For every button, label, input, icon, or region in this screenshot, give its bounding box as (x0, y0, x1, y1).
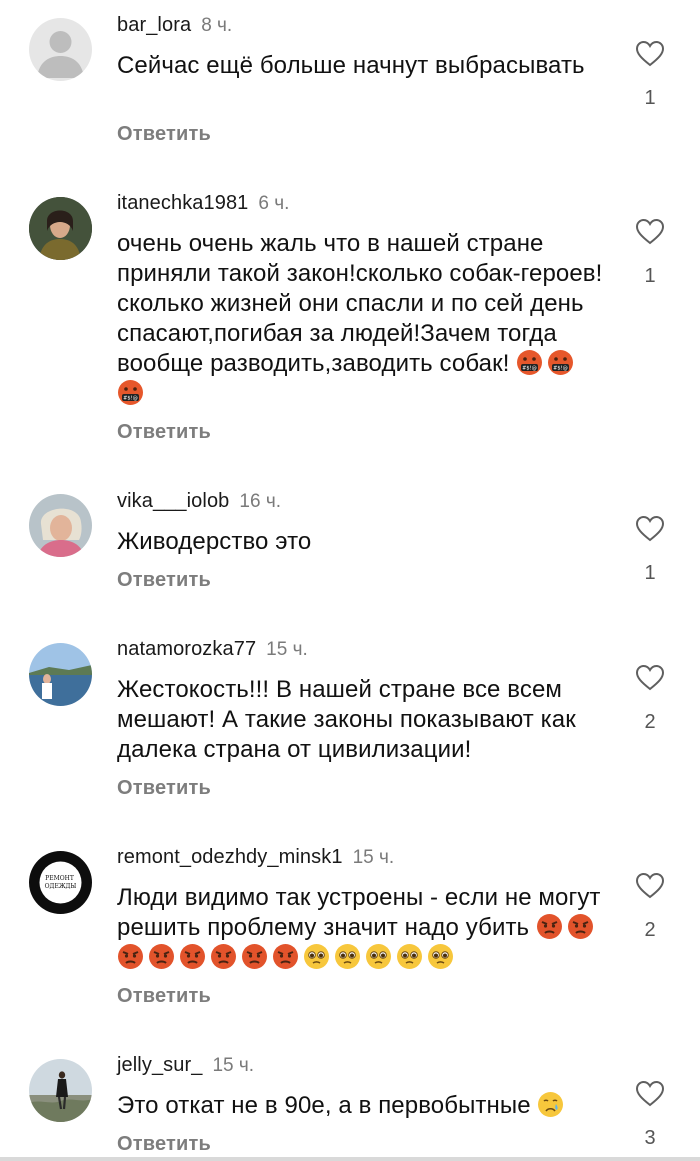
pouting-face-icon (567, 914, 593, 939)
svg-text:#$!@: #$!@ (553, 366, 568, 372)
heart-icon (635, 664, 665, 691)
avatar[interactable] (29, 197, 92, 260)
heart-icon (635, 1080, 665, 1107)
pouting-face-icon (118, 944, 143, 969)
pleading-face-icon (397, 944, 422, 969)
comment-time: 15 ч. (266, 639, 308, 660)
comment-time: 6 ч. (258, 193, 290, 214)
pleading-face-icon (304, 944, 329, 969)
comment-time: 8 ч. (201, 15, 233, 36)
pouting-face-icon (180, 944, 205, 969)
comment-text: очень очень жаль что в нашей стране прин… (117, 229, 607, 409)
reply-button[interactable]: Ответить (117, 777, 211, 800)
like-button[interactable]: 1 (630, 515, 670, 585)
comment-time: 15 ч. (212, 1055, 255, 1076)
pouting-face-icon (273, 944, 298, 969)
heart-icon (635, 872, 665, 899)
username[interactable]: itanechka1981 (117, 192, 248, 214)
pouting-face-icon (211, 944, 236, 969)
reply-button[interactable]: Ответить (117, 123, 211, 146)
username[interactable]: bar_lora (117, 14, 191, 36)
username[interactable]: natamorozka77 (117, 638, 256, 660)
comment-text: Сейчас ещё больше начнут выбрасывать (117, 52, 585, 79)
reply-button[interactable]: Ответить (117, 985, 211, 1008)
like-count: 2 (644, 919, 656, 941)
pleading-face-icon (428, 944, 453, 969)
pleading-face-icon (366, 944, 391, 969)
avatar[interactable] (29, 18, 92, 81)
like-button[interactable]: 2 (630, 872, 670, 942)
reply-button[interactable]: Ответить (117, 569, 211, 592)
bottom-divider (0, 1157, 700, 1161)
comment-text: Жестокость!!! В нашей стране все всем ме… (117, 676, 576, 763)
pouting-face-icon (536, 914, 562, 939)
like-button[interactable]: 2 (630, 664, 670, 734)
reply-button[interactable]: Ответить (117, 421, 211, 444)
avatar[interactable] (29, 643, 92, 706)
like-count: 3 (644, 1127, 656, 1149)
pouting-face-icon (242, 944, 267, 969)
reply-button[interactable]: Ответить (117, 1133, 211, 1156)
like-count: 2 (644, 711, 656, 733)
username[interactable]: vika___iolob (117, 490, 229, 512)
username[interactable]: remont_odezhdy_minsk1 (117, 846, 343, 868)
like-button[interactable]: 1 (630, 40, 670, 110)
avatar-logo-text: РЕМОНТ ОДЕЖДЫ (45, 875, 77, 890)
svg-text:#$!@: #$!@ (123, 396, 138, 402)
like-count: 1 (644, 87, 656, 109)
avatar[interactable]: РЕМОНТ ОДЕЖДЫ (29, 851, 92, 914)
heart-icon (635, 515, 665, 542)
comment-time: 16 ч. (239, 491, 281, 512)
pleading-face-icon (335, 944, 360, 969)
comment-time: 15 ч. (352, 847, 395, 868)
svg-text:#$!@: #$!@ (522, 366, 537, 372)
avatar[interactable] (29, 1059, 92, 1122)
username[interactable]: jelly_sur_ (117, 1054, 202, 1076)
like-count: 1 (644, 562, 656, 584)
comment-text: Живодерство это (117, 528, 312, 555)
heart-icon (635, 218, 665, 245)
like-button[interactable]: 3 (630, 1080, 670, 1150)
crying-face-icon (538, 1092, 564, 1117)
comment-text: Это откат не в 90е, а в первобытные (117, 1091, 607, 1121)
face-with-symbols-on-mouth-icon: #$!@ (118, 380, 143, 405)
avatar[interactable] (29, 494, 92, 557)
face-with-symbols-on-mouth-icon: #$!@ (548, 350, 574, 375)
like-count: 1 (644, 265, 656, 287)
pouting-face-icon (149, 944, 174, 969)
heart-icon (635, 40, 665, 67)
like-button[interactable]: 1 (630, 218, 670, 288)
face-with-symbols-on-mouth-icon: #$!@ (517, 350, 543, 375)
comment-text: Люди видимо так устроены - если не могут… (117, 883, 607, 973)
